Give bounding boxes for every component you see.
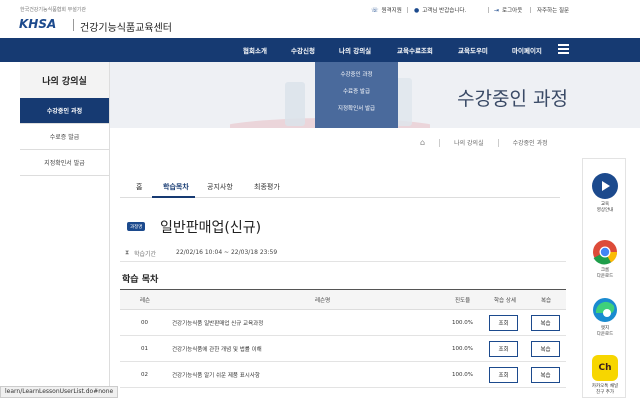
- user-icon: ●: [414, 6, 420, 14]
- logout-link[interactable]: ⇥ 로그아웃: [494, 6, 522, 15]
- header-lesson-name: 레슨명: [315, 297, 331, 304]
- logo-divider: [73, 19, 74, 31]
- lesson-progress: 100.0%: [452, 345, 473, 352]
- header-progress: 진도율: [455, 297, 471, 304]
- lesson-number: 02: [141, 371, 148, 378]
- breadcrumb-item[interactable]: 나의 강의실: [454, 138, 484, 147]
- table-row: 00 건강기능식품 일반판매업 신규 교육과정 100.0% 조회 복습: [120, 310, 566, 336]
- table-row: 01 건강기능식품에 관한 개념 및 법률 이해 100.0% 조회 복습: [120, 336, 566, 362]
- logo[interactable]: KHSA: [19, 17, 56, 31]
- tab-home[interactable]: 홈: [136, 182, 142, 192]
- site-header: 한국건강기능식품협회 부설기관 KHSA 건강기능식품교육센터 ☏ 원격지원 ●…: [0, 0, 640, 38]
- header-review: 복습: [541, 297, 552, 304]
- dropdown-item-designation[interactable]: 지정확인서 발급: [315, 104, 398, 121]
- remote-support-icon: ☏: [371, 6, 379, 14]
- play-icon: [592, 173, 618, 199]
- quick-item-chrome[interactable]: 크롬 다운로드: [583, 239, 627, 280]
- faq-link[interactable]: 자주하는 질문: [537, 6, 569, 14]
- course-badge: 과정명: [127, 222, 146, 231]
- tab-notice[interactable]: 공지사항: [207, 182, 233, 192]
- sidebar-item-certificate[interactable]: 수료증 발급: [20, 124, 109, 150]
- detail-button[interactable]: 조회: [489, 314, 518, 331]
- kakao-channel-icon: Ch: [592, 355, 618, 381]
- nav-item-helper[interactable]: 교육도우미: [458, 45, 488, 55]
- review-button[interactable]: 복습: [531, 366, 560, 383]
- header-lesson: 레슨: [140, 297, 151, 304]
- toc-title: 학습 목차: [122, 275, 159, 285]
- table-row: 02 건강기능식품 알기 쉬운 제품 표시사항 100.0% 조회 복습: [120, 362, 566, 388]
- edge-icon: [592, 297, 618, 323]
- sidebar: 나의 강의실 수강중인 과정 수료증 발급 지정확인서 발급: [20, 62, 110, 398]
- tab-toc[interactable]: 학습목차: [163, 182, 189, 192]
- quick-item-edge[interactable]: 엣지 다운로드: [583, 297, 627, 338]
- course-title: 일반판매업(신규): [160, 220, 262, 236]
- breadcrumb-item[interactable]: 수강중인 과정: [513, 138, 548, 147]
- header-detail: 학습 상세: [494, 297, 516, 304]
- review-button[interactable]: 복습: [531, 340, 560, 357]
- sidebar-item-designation[interactable]: 지정확인서 발급: [20, 150, 109, 176]
- lesson-name: 건강기능식품 일반판매업 신규 교육과정: [172, 320, 264, 327]
- nav-item-completion[interactable]: 교육수료조회: [397, 45, 433, 55]
- detail-button[interactable]: 조회: [489, 340, 518, 357]
- user-greeting: ● 고객님 반갑습니다.: [414, 6, 467, 15]
- util-divider: [488, 7, 489, 13]
- period-value: 22/02/16 10:04 ~ 22/03/18 23:59: [176, 249, 278, 256]
- hamburger-menu-icon[interactable]: [558, 44, 569, 54]
- hourglass-icon: ⧗: [125, 249, 130, 256]
- breadcrumb-divider: [497, 138, 499, 147]
- remote-support-link[interactable]: ☏ 원격지원: [371, 6, 402, 15]
- lesson-name: 건강기능식품 알기 쉬운 제품 표시사항: [172, 372, 260, 379]
- quick-item-video-guide[interactable]: 교육 영상안내: [583, 173, 627, 214]
- banner-title: 수강중인 과정: [457, 88, 568, 110]
- quick-menu: 교육 영상안내 크롬 다운로드 엣지 다운로드 Ch 카카오톡 채널 친구 추가: [582, 158, 626, 398]
- quick-item-kakao[interactable]: Ch 카카오톡 채널 친구 추가: [583, 355, 627, 396]
- breadcrumb-divider: [439, 138, 441, 147]
- active-tab-indicator: [152, 196, 195, 198]
- nav-item-enroll[interactable]: 수강신청: [291, 45, 315, 55]
- table-header: 레슨 레슨명 진도율 학습 상세 복습: [120, 289, 566, 310]
- site-name[interactable]: 건강기능식품교육센터: [80, 19, 172, 34]
- dropdown-item-certificate[interactable]: 수료증 발급: [315, 87, 398, 104]
- sidebar-title: 나의 강의실: [20, 62, 109, 98]
- nav-item-about[interactable]: 협회소개: [243, 45, 267, 55]
- lesson-number: 00: [141, 319, 148, 326]
- chrome-icon: [592, 239, 618, 265]
- nav-item-my-classroom[interactable]: 나의 강의실: [339, 45, 371, 55]
- dropdown-item-current-courses[interactable]: 수강중인 과정: [315, 70, 398, 87]
- lesson-table: 레슨 레슨명 진도율 학습 상세 복습 00 건강기능식품 일반판매업 신규 교…: [120, 289, 566, 388]
- nav-item-mypage[interactable]: 마이페이지: [512, 45, 542, 55]
- util-divider: [530, 7, 531, 13]
- detail-button[interactable]: 조회: [489, 366, 518, 383]
- logout-icon: ⇥: [494, 6, 500, 14]
- lesson-progress: 100.0%: [452, 371, 473, 378]
- breadcrumb: ⌂ 나의 강의실 수강중인 과정: [420, 138, 548, 147]
- lesson-number: 01: [141, 345, 148, 352]
- lesson-progress: 100.0%: [452, 319, 473, 326]
- util-divider: [407, 7, 408, 13]
- main-nav: 협회소개 수강신청 나의 강의실 교육수료조회 교육도우미 마이페이지: [0, 38, 640, 62]
- period-label: 학습기간: [134, 251, 157, 258]
- browser-status-url: learn/LearnLessonUserList.do#none: [0, 386, 119, 398]
- review-button[interactable]: 복습: [531, 314, 560, 331]
- lesson-name: 건강기능식품에 관한 개념 및 법률 이해: [172, 346, 262, 353]
- home-icon[interactable]: ⌂: [420, 138, 425, 147]
- sidebar-item-current-courses[interactable]: 수강중인 과정: [20, 98, 109, 124]
- logo-tagline: 한국건강기능식품협회 부설기관: [20, 7, 86, 13]
- course-tabs: 홈 학습목차 공지사항 최종평가: [120, 178, 560, 198]
- divider: [120, 261, 566, 262]
- tab-final-exam[interactable]: 최종평가: [254, 182, 280, 192]
- nav-dropdown-my-classroom: 수강중인 과정 수료증 발급 지정확인서 발급: [315, 62, 398, 128]
